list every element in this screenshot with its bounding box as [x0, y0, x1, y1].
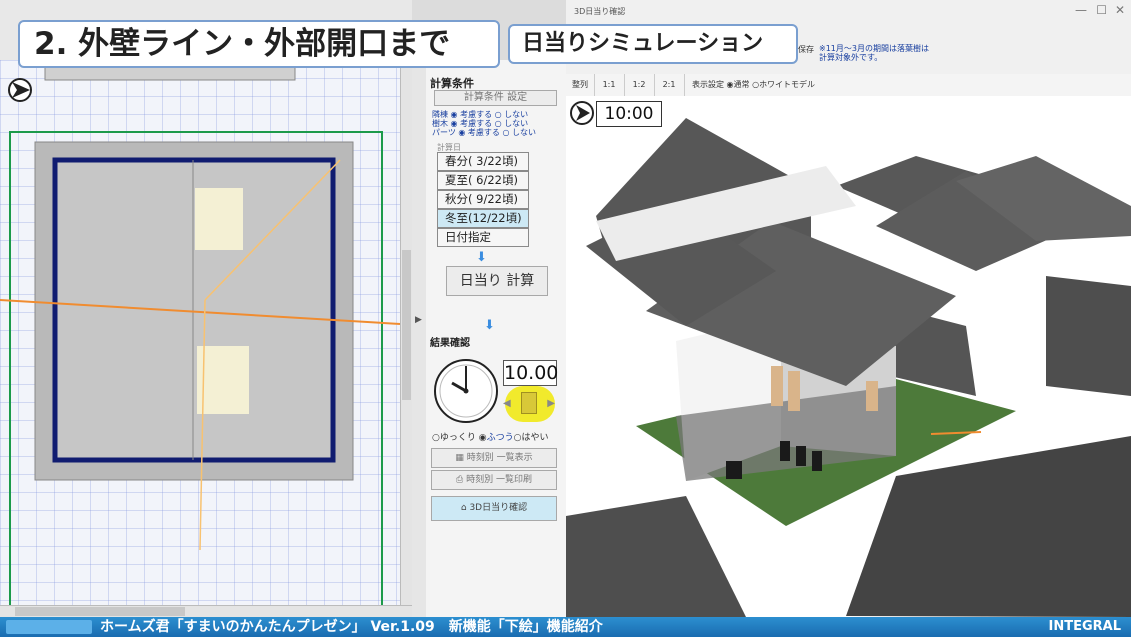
minimize-button[interactable]: —	[1075, 3, 1087, 17]
speed-options[interactable]: ○ゆっくり ◉ふつう○はやい	[432, 430, 548, 443]
maximize-button[interactable]: ☐	[1096, 3, 1107, 17]
day-button-winter[interactable]: 冬至(12/22頃)	[437, 209, 529, 228]
calc-conditions-title: 計算条件	[430, 77, 474, 90]
consider-options: 隣棟 ◉ 考慮する ○ しない 樹木 ◉ 考慮する ○ しない パーツ ◉ 考慮…	[432, 110, 556, 137]
tab-1-2[interactable]: 1:2	[624, 74, 655, 96]
calc-sunlight-button[interactable]: 日当り 計算	[446, 266, 548, 296]
calc-settings-button[interactable]: 計算条件 設定	[434, 90, 557, 106]
sub-title: 日当りシミュレーション	[508, 24, 798, 64]
3d-view[interactable]: 10:00	[566, 96, 1131, 617]
option-row-neighbor[interactable]: 隣棟 ◉ 考慮する ○ しない	[432, 110, 556, 119]
integral-logo: INTEGRAL	[1048, 619, 1122, 634]
calc-day-label: 計算日	[437, 143, 461, 152]
day-button-autumn[interactable]: 秋分( 9/22頃)	[437, 190, 529, 209]
print-icon: ⎙	[456, 475, 464, 485]
room-lower	[197, 346, 249, 414]
tab-1-1[interactable]: 1:1	[594, 74, 625, 96]
grid-icon: ▦	[455, 453, 464, 463]
clock-icon	[434, 359, 498, 423]
building-footprint	[52, 157, 336, 463]
banner-text: ホームズ君「すまいのかんたんプレゼン」 Ver.1.09 新機能「下絵」機能紹介	[100, 619, 603, 635]
view-tab-bar: 整列 1:1 1:2 2:1 表示設定 ◉通常 ○ホワイトモデル	[566, 74, 1131, 97]
day-button-summer[interactable]: 夏至( 6/22頃)	[437, 171, 529, 190]
bottom-banner: ホームズ君「すまいのかんたんプレゼン」 Ver.1.09 新機能「下絵」機能紹介…	[0, 617, 1131, 637]
sun-house-icon: ⌂	[460, 503, 467, 513]
check-3d-button[interactable]: ⌂ 3D日当り確認	[431, 496, 557, 521]
logo-strip-icon	[6, 620, 92, 634]
north-arrow-3d-icon	[570, 101, 594, 125]
main-title: 2. 外壁ライン・外部開口まで	[18, 20, 500, 68]
deciduous-note: ※11月〜3月の期間は落葉樹は 計算対象外です。	[819, 44, 929, 62]
arrow-down-icon-2: ⬇	[484, 318, 495, 333]
playback-controls[interactable]: ◀ ▶	[503, 386, 555, 422]
time-value-display: 10.00	[503, 360, 559, 386]
north-arrow-icon	[8, 78, 32, 102]
time-list-print-button[interactable]: ⎙ 時刻別 一覧印刷	[431, 470, 557, 490]
option-row-tree[interactable]: 樹木 ◉ 考慮する ○ しない	[432, 119, 556, 128]
result-title: 結果確認	[430, 338, 470, 349]
tab-arrange[interactable]: 整列	[566, 74, 595, 96]
save-button[interactable]: 保存	[798, 44, 814, 55]
room-upper	[195, 188, 243, 250]
day-button-custom[interactable]: 日付指定	[437, 228, 529, 247]
tab-2-1[interactable]: 2:1	[654, 74, 685, 96]
time-list-display-button[interactable]: ▦ 時刻別 一覧表示	[431, 448, 557, 468]
floor-plan-canvas[interactable]	[0, 60, 412, 605]
3d-time-display: 10:00	[596, 101, 662, 127]
arrow-down-icon: ⬇	[476, 250, 487, 265]
display-settings[interactable]: 表示設定 ◉通常 ○ホワイトモデル	[692, 74, 815, 96]
day-button-spring[interactable]: 春分( 3/22頃)	[437, 152, 529, 171]
option-row-parts[interactable]: パーツ ◉ 考慮する ○ しない	[432, 128, 556, 137]
window-3d-title: 3D日当り確認	[574, 7, 626, 16]
panel-collapse-handle[interactable]: ▶	[412, 60, 426, 617]
close-button[interactable]: ✕	[1115, 3, 1125, 17]
